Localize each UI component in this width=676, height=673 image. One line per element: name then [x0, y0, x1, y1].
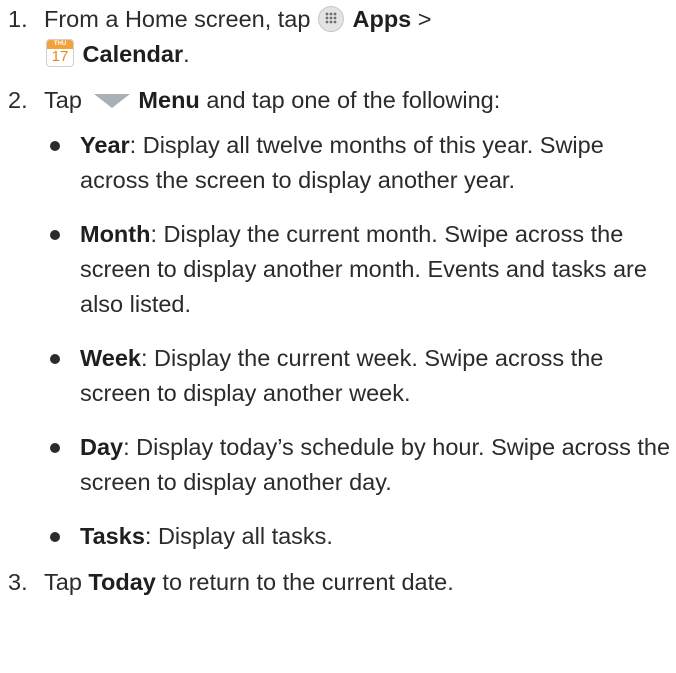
step-3: 3. Tap Today to return to the current da…: [0, 565, 676, 600]
calendar-label: Calendar: [82, 41, 184, 67]
separator: >: [417, 6, 432, 32]
bullet-dot: [50, 443, 60, 453]
step-number: 2.: [8, 87, 28, 113]
calendar-icon-date: 17: [51, 48, 69, 65]
view-description: : Display today’s schedule by hour. Swip…: [80, 434, 671, 495]
view-name: Day: [80, 434, 124, 460]
view-description: : Display the current week. Swipe across…: [80, 345, 604, 406]
step-number: 3.: [8, 569, 28, 595]
bullet-dot: [50, 354, 60, 364]
period: .: [183, 41, 190, 67]
step-text: From a Home screen, tap: [44, 6, 311, 32]
view-name: Month: [80, 221, 151, 247]
list-item: Day: Display today’s schedule by hour. S…: [44, 430, 676, 500]
list-item: Month: Display the current month. Swipe …: [44, 217, 676, 322]
view-options-list: Year: Display all twelve months of this …: [44, 128, 676, 554]
step-text: Tap: [44, 87, 82, 113]
instructions: 1. From a Home screen, tap Apps > THU 17…: [0, 0, 676, 600]
list-item: Tasks: Display all tasks.: [44, 519, 676, 554]
list-item: Week: Display the current week. Swipe ac…: [44, 341, 676, 411]
view-description: : Display the current month. Swipe acros…: [80, 221, 647, 317]
menu-triangle-icon: [92, 84, 132, 108]
view-description: : Display all twelve months of this year…: [80, 132, 604, 193]
step-text: and tap one of the following:: [206, 87, 501, 113]
step-text: to return to the current date.: [162, 569, 454, 595]
view-description: : Display all tasks.: [144, 523, 333, 549]
step-text: Tap: [44, 569, 82, 595]
today-label: Today: [88, 569, 156, 595]
bullet-dot: [50, 141, 60, 151]
view-name: Week: [80, 345, 141, 371]
step-1: 1. From a Home screen, tap Apps > THU 17…: [0, 2, 676, 72]
apps-grid-icon: [317, 6, 344, 32]
bullet-dot: [50, 230, 60, 240]
menu-label: Menu: [138, 87, 200, 113]
step-number: 1.: [8, 6, 28, 32]
view-name: Year: [80, 132, 130, 158]
calendar-icon: THU 17: [46, 39, 74, 67]
apps-label: Apps: [352, 6, 412, 32]
list-item: Year: Display all twelve months of this …: [44, 128, 676, 198]
step-2: 2. Tap Menu and tap one of the following…: [0, 83, 676, 554]
bullet-dot: [50, 532, 60, 542]
view-name: Tasks: [80, 523, 145, 549]
